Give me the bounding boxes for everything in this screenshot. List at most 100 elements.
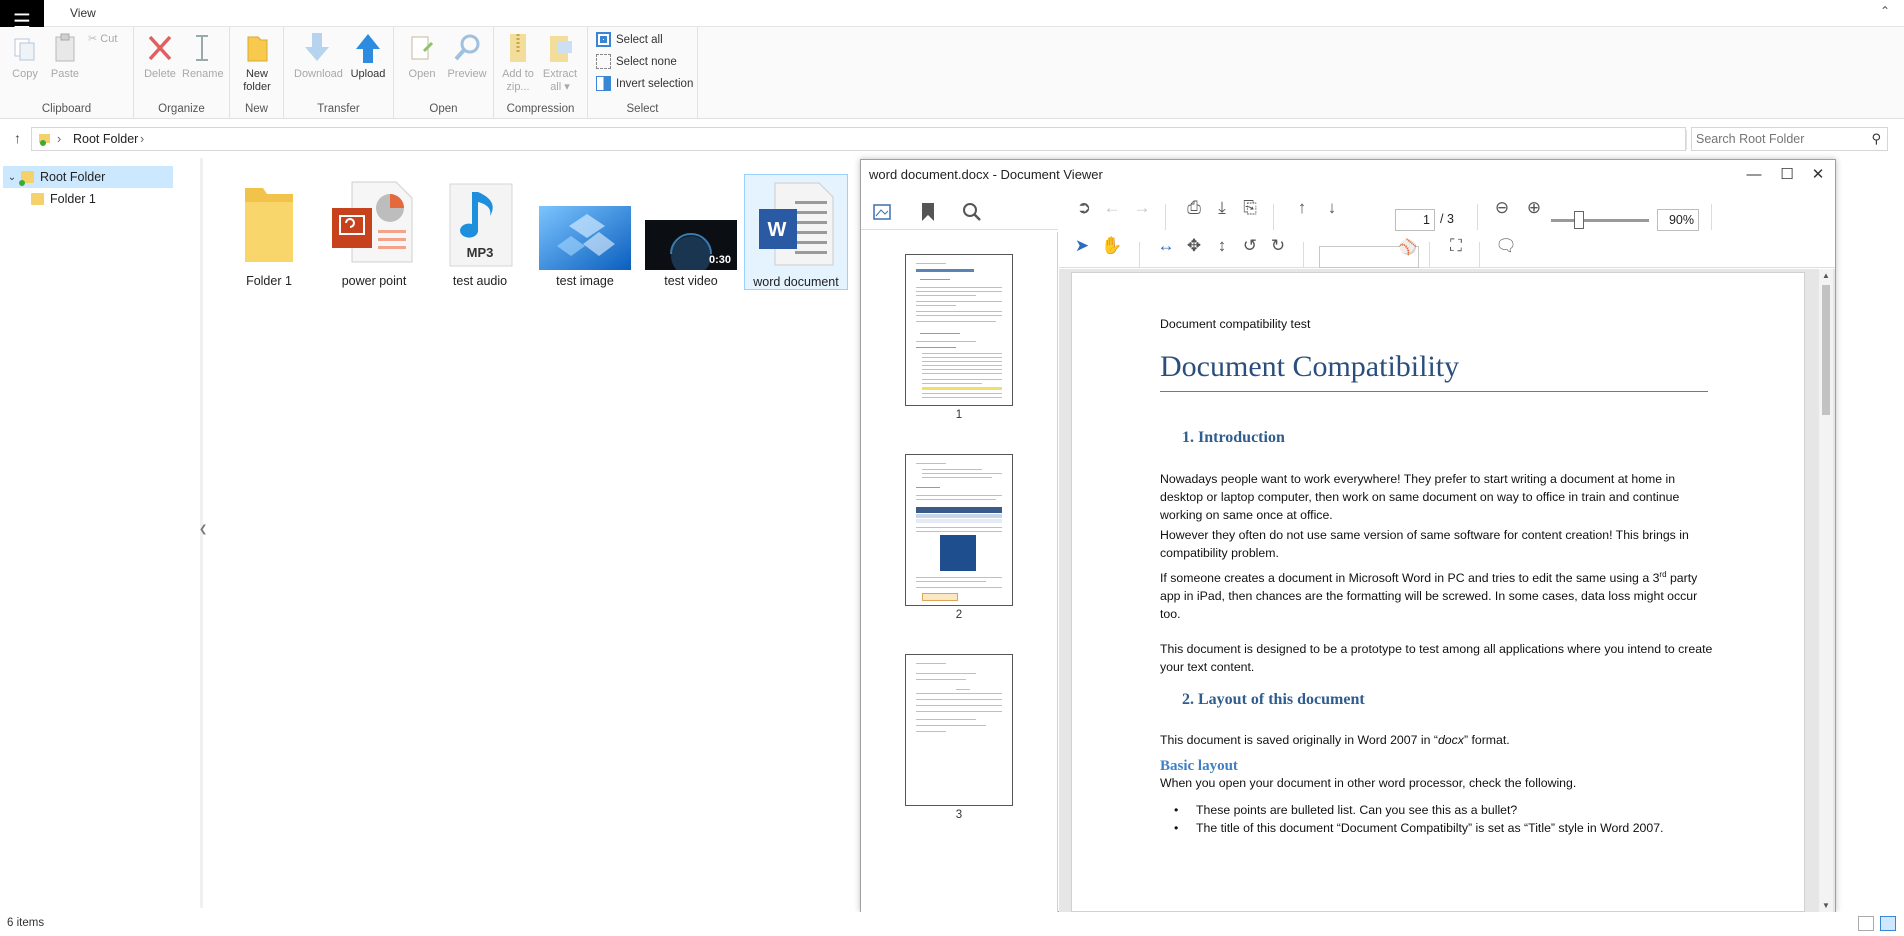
search-input[interactable] [1696,129,1861,149]
rotate-left-icon[interactable]: ↺ [1237,236,1263,256]
pdf-export-icon[interactable]: ⎘ [1237,198,1263,218]
upload-button[interactable]: Upload [346,31,390,81]
details-view-icon[interactable] [1858,916,1874,931]
zoom-input[interactable]: 90% [1657,209,1699,231]
open-button[interactable]: Open [402,31,442,81]
breadcrumb[interactable]: › Root Folder › ↻ [31,127,1707,151]
print-icon[interactable]: ⎙ [1181,198,1207,218]
arrow-right-icon[interactable]: → [1129,198,1155,218]
thumbnail-label: 3 [955,809,963,821]
chevron-right-icon: › [140,132,145,146]
paragraph-text: If someone creates a document in Microso… [1160,571,1660,586]
search-icon[interactable] [962,202,982,222]
pan-hand-icon[interactable]: ✋ [1099,236,1125,256]
tree-item-folder-1[interactable]: Folder 1 [31,188,171,210]
fit-height-icon[interactable]: ↕ [1209,236,1235,256]
sidebar-toolbar [861,192,1058,230]
maximize-button[interactable]: ☐ [1772,162,1802,188]
document-viewer-window: word document.docx - Document Viewer — ☐… [860,159,1836,912]
copy-button[interactable]: Copy [5,31,45,81]
select-cursor-icon[interactable]: ➤ [1069,236,1095,256]
zoom-in-icon[interactable]: ⊕ [1521,198,1547,218]
organize-group: Delete Rename Organize [134,27,230,119]
item-count: 6 items [7,917,45,929]
select-all-button[interactable]: Select all [596,32,663,47]
viewer-toolbar: ➲ ← → ⎙ ⤓ ⎘ ↑ ↓ 1 / 3 ⊖ ⊕ 90% ➤ ✋ ↔ ✥ ↕ … [1059,192,1835,268]
extract-all-label-2: all [550,81,562,93]
extract-icon [550,36,572,62]
collapse-pane-icon[interactable]: ❮ [199,524,207,535]
magnifier-icon [454,34,480,61]
vertical-scrollbar[interactable]: ▲ ▼ [1819,269,1833,912]
fullscreen-icon[interactable]: ⛶ [1443,236,1469,256]
paste-button[interactable]: Paste [45,31,85,81]
binoculars-icon[interactable]: ⚾ [1395,238,1421,256]
bookmark-icon[interactable] [920,202,936,222]
next-page-icon[interactable]: ↓ [1319,198,1345,218]
up-arrow-icon[interactable]: ↑ [14,130,21,146]
file-item-test-audio[interactable]: MP3 test audio [430,174,530,290]
zoom-slider-thumb[interactable] [1574,211,1584,229]
file-name: test audio [452,274,508,288]
tree-item-root-folder[interactable]: ⌄ Root Folder [3,166,173,188]
page-thumbnail-3[interactable] [905,654,1013,806]
search-icon[interactable]: ⚲ [1871,131,1881,147]
file-item-test-video[interactable]: 0:30 test video [641,174,741,290]
file-item-test-image[interactable]: test image [535,174,635,290]
thumbnail-label: 1 [955,409,963,421]
zoom-slider-track[interactable] [1551,219,1649,222]
file-item-folder-1[interactable]: Folder 1 [219,174,319,290]
page-thumbnail-1[interactable] [905,254,1013,406]
file-item-word-document[interactable]: W word document [744,174,848,290]
compression-group: Add to zip... Extract all ▾ Compression [494,27,588,119]
chevron-up-icon[interactable]: ⌃ [1880,4,1890,18]
ribbon: Copy Paste ✂ Cut Clipboard Delete Rename… [0,27,1904,119]
download-icon[interactable]: ⤓ [1209,198,1235,218]
extract-all-button[interactable]: Extract all ▾ [540,31,580,94]
cut-button[interactable]: ✂ Cut [88,33,128,46]
select-none-button[interactable]: Select none [596,54,677,69]
back-circle-icon[interactable]: ➲ [1071,198,1097,218]
file-item-power-point[interactable]: power point [324,174,424,290]
document-title: Document Compatibility [1160,349,1708,392]
file-name: test image [556,274,614,288]
open-group: Open Preview Open [394,27,494,119]
thumbnail-shape [922,593,958,601]
preview-button[interactable]: Preview [444,31,490,81]
page-number-input[interactable]: 1 [1395,209,1435,231]
breadcrumb-root[interactable]: Root Folder [73,132,138,146]
scroll-up-icon[interactable]: ▲ [1819,271,1833,280]
thumbnails-icon[interactable] [872,203,892,221]
paste-icon [55,33,75,62]
scroll-down-icon[interactable]: ▼ [1819,901,1833,910]
page-thumbnail-2[interactable] [905,454,1013,606]
document-canvas[interactable]: Document compatibility test Document Com… [1059,269,1835,912]
fit-width-icon[interactable]: ↔ [1153,236,1179,256]
delete-label: Delete [144,68,176,80]
arrow-left-icon[interactable]: ← [1099,198,1125,218]
invert-selection-label: Invert selection [616,77,694,90]
add-to-zip-button[interactable]: Add to zip... [498,31,538,94]
tab-view[interactable]: View [70,6,96,20]
folder-icon [245,188,293,262]
comments-icon[interactable]: 🗨 [1493,236,1519,256]
new-folder-button[interactable]: New folder [237,31,277,94]
previous-page-icon[interactable]: ↑ [1289,198,1315,218]
cut-label: Cut [100,33,118,45]
close-button[interactable]: ✕ [1803,162,1833,188]
scissors-icon: ✂ [88,33,98,45]
rename-button[interactable]: Rename [182,31,224,81]
invert-selection-button[interactable]: Invert selection [596,76,693,91]
fit-page-icon[interactable]: ✥ [1181,236,1207,256]
rotate-right-icon[interactable]: ↻ [1265,236,1291,256]
large-icons-view-icon[interactable] [1880,916,1896,931]
select-all-icon [596,32,611,47]
minimize-button[interactable]: — [1739,162,1769,188]
scrollbar-thumb[interactable] [1822,285,1830,415]
heading-layout: 2. Layout of this document [1182,691,1365,708]
new-folder-icon [247,36,268,62]
select-all-label: Select all [616,33,663,46]
download-button[interactable]: Download [294,31,343,81]
delete-button[interactable]: Delete [140,31,180,81]
zoom-out-icon[interactable]: ⊖ [1489,198,1515,218]
